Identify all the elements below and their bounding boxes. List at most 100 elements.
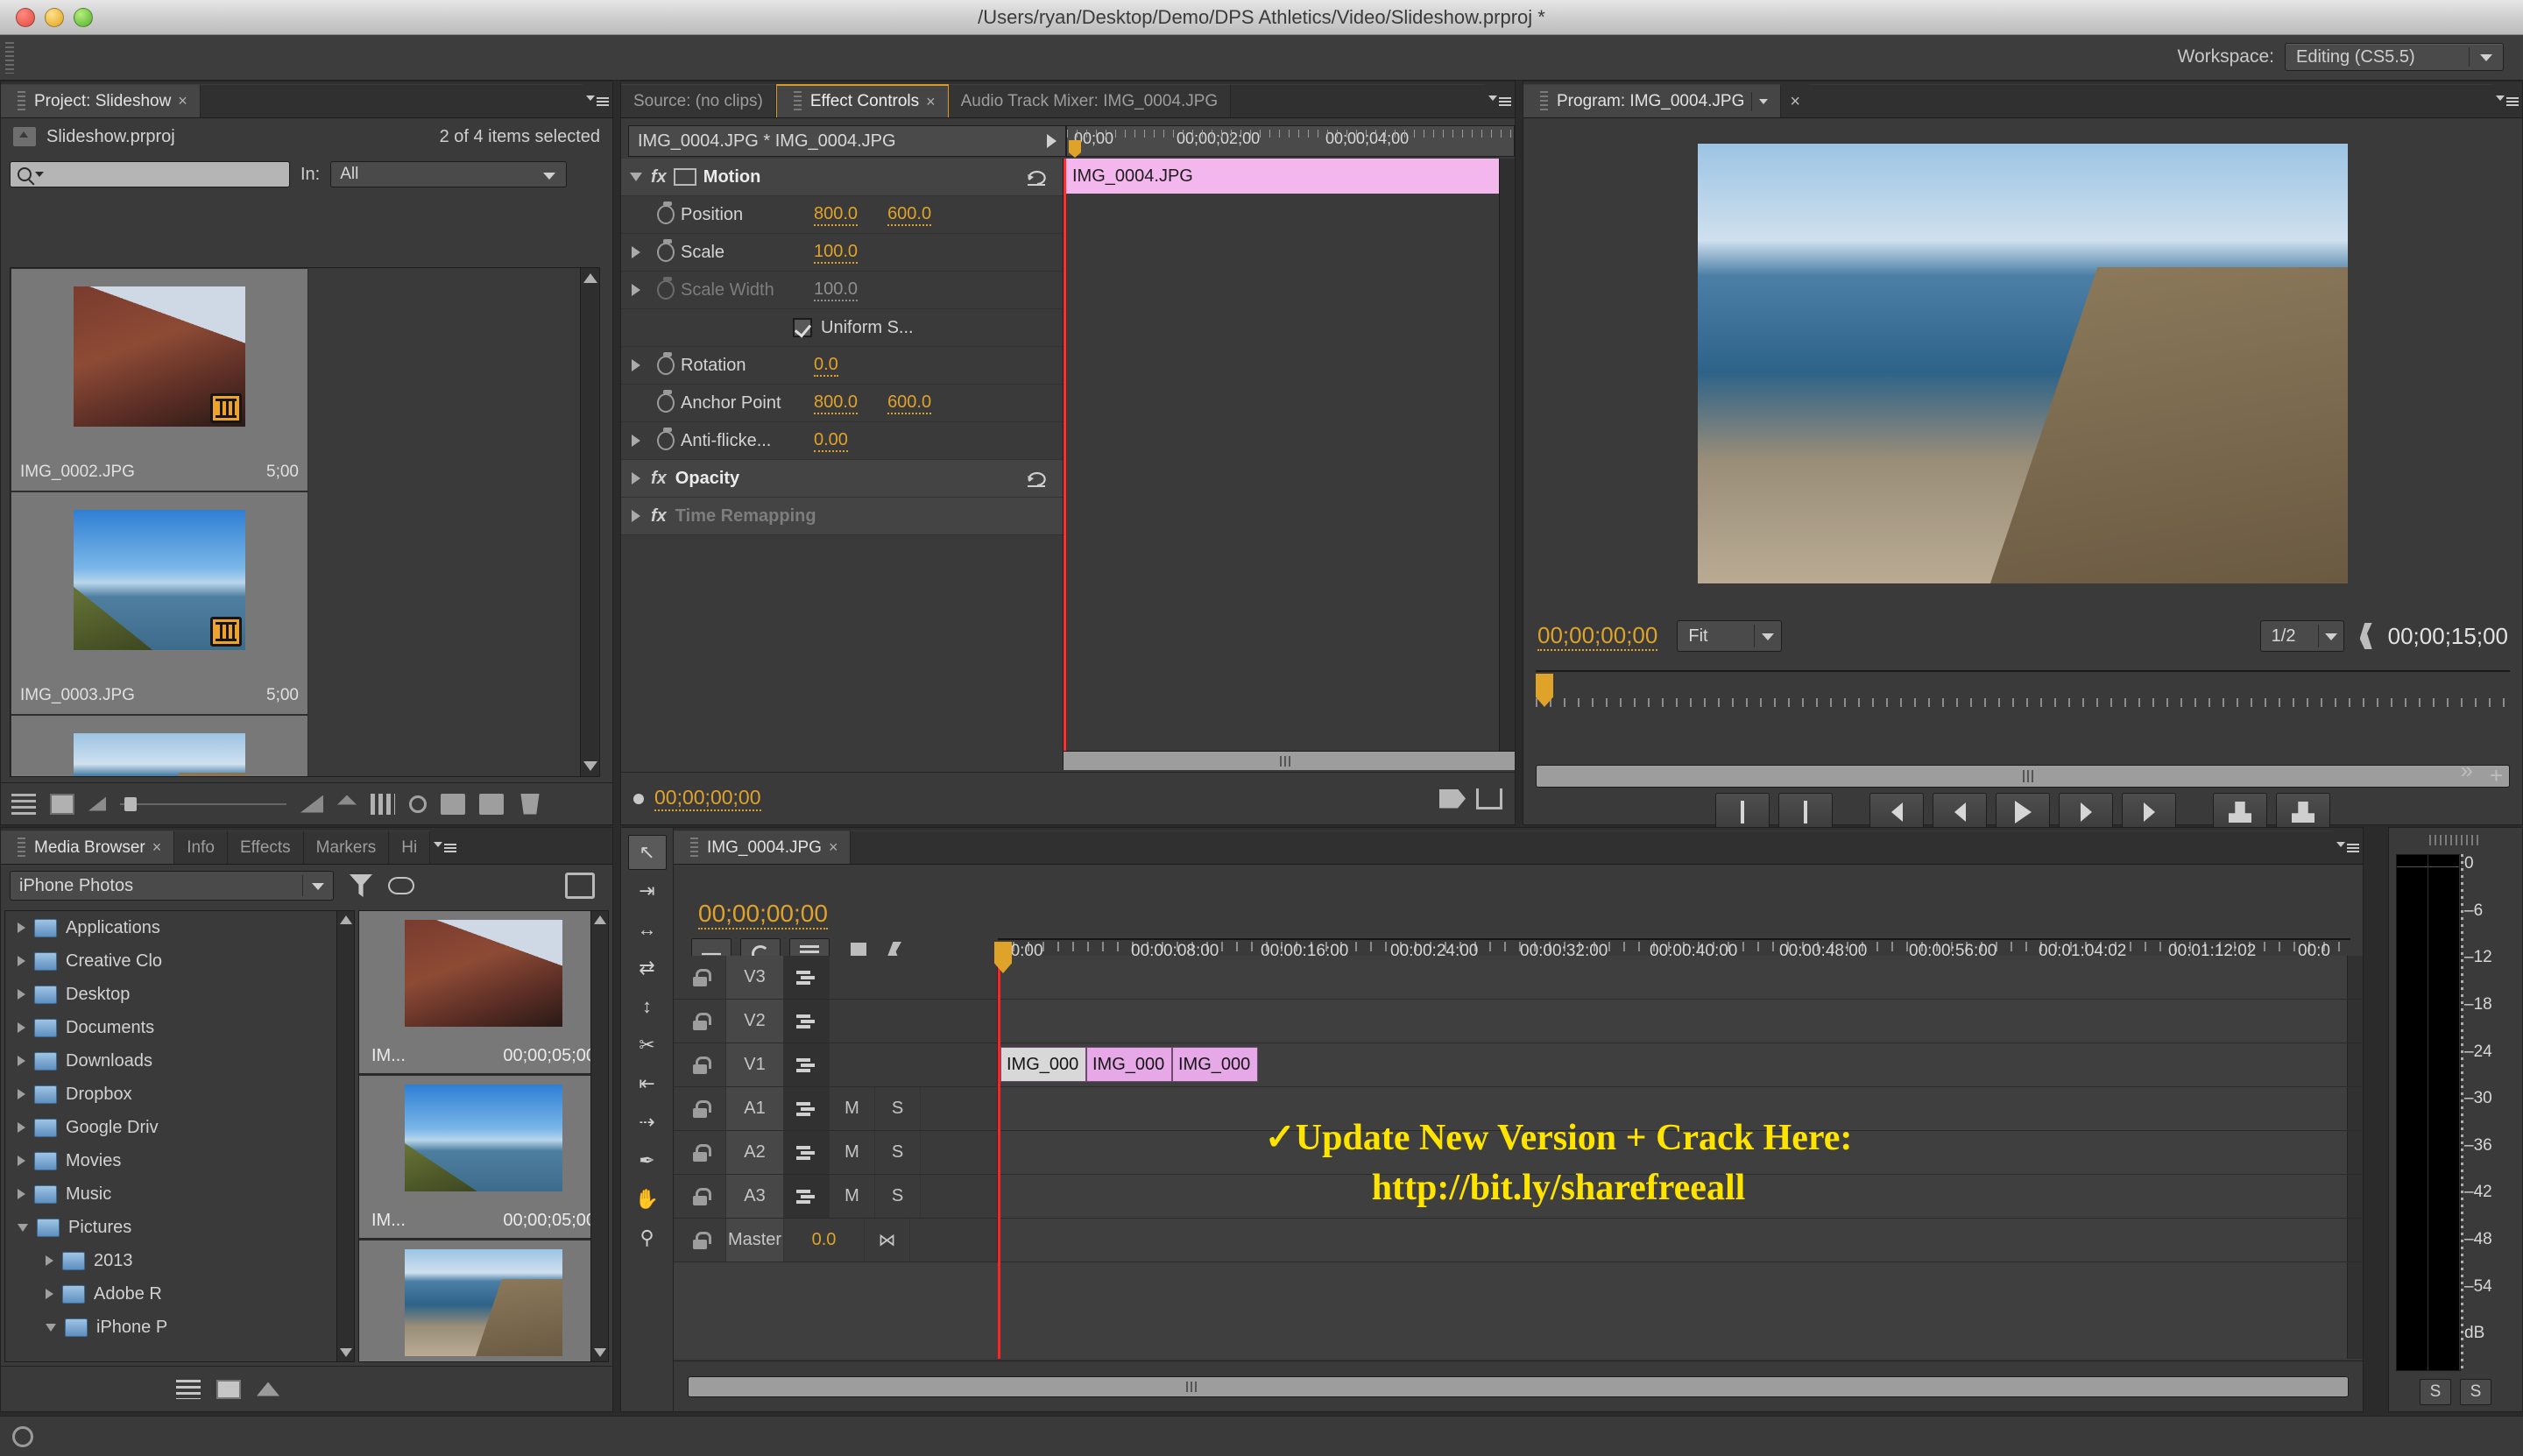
project-panel-menu-button[interactable] [583,84,612,117]
rolling-edit-tool-icon[interactable]: ⇄ [628,951,667,986]
tab-markers[interactable]: Markers [303,830,390,864]
effect-row-motion[interactable]: fx Motion [621,159,1063,196]
track-header[interactable]: V3 [674,956,998,999]
effect-controls-ruler[interactable]: 00;00 00;00;02;00 00;00;04;00 [1066,125,1515,158]
close-icon[interactable]: × [152,838,162,857]
step-forward-button[interactable] [2059,793,2113,831]
tab-media-browser[interactable]: Media Browser × [1,830,175,864]
media-browser-panel-menu-button[interactable] [430,830,461,864]
property-value[interactable]: 600.0 [887,392,932,414]
media-browser-thumbnails[interactable]: IM...00;00;05;00IM...00;00;05;00IM...00;… [358,910,609,1362]
track-name[interactable]: Master [726,1219,784,1262]
track-target-toggle[interactable] [784,1043,830,1086]
scroll-up-icon[interactable] [339,915,352,924]
effect-row-anti-flicke[interactable]: Anti-flicke... 0.00 [621,422,1063,460]
effect-controls-clip-select[interactable]: IMG_0004.JPG * IMG_0004.JPG [628,125,1066,157]
effect-row-rotation[interactable]: Rotation 0.0 [621,347,1063,385]
disclosure-triangle-icon[interactable] [632,435,640,447]
project-item[interactable]: IMG_0002.JPG 5;00 [11,268,308,491]
thumbs-scrollbar[interactable] [590,911,608,1361]
property-value[interactable]: 600.0 [887,204,932,226]
track-lock-toggle[interactable] [674,1043,726,1086]
lift-button[interactable] [2213,793,2267,831]
mark-in-button[interactable] [1715,793,1770,831]
track-header[interactable]: V2 [674,1000,998,1043]
tree-node-music[interactable]: Music [5,1177,354,1211]
media-browser-item[interactable]: IM...00;00;05;00 [359,911,608,1076]
pen-tool-icon[interactable]: ✒ [628,1143,667,1178]
project-bin-area[interactable]: IMG_0002.JPG 5;00 IMG_0003.JPG 5;00 IMG_0004… [10,267,600,777]
stopwatch-icon[interactable] [657,277,675,300]
effect-row-opacity[interactable]: fx Opacity [621,460,1063,498]
property-value[interactable]: 800.0 [814,204,859,226]
tab-source-no-clips[interactable]: Source: (no clips) [621,84,776,117]
disclosure-triangle-icon[interactable] [18,1223,28,1232]
solo-button-left[interactable]: S [2420,1379,2451,1405]
effect-controls-panel-menu-button[interactable] [1485,84,1515,117]
new-item-icon[interactable] [479,793,504,815]
tree-node-2013[interactable]: 2013 [5,1244,354,1277]
media-browser-item[interactable]: IM...00;00;05;00 [359,1240,608,1361]
track-target-toggle[interactable] [784,1131,830,1174]
rate-stretch-tool-icon[interactable]: ↕ [628,989,667,1024]
track-solo-toggle[interactable]: S [875,1087,921,1130]
track-name[interactable]: A2 [726,1131,784,1174]
eye-icon[interactable] [388,877,414,894]
scroll-up-icon[interactable] [593,915,606,924]
tree-node-desktop[interactable]: Desktop [5,978,354,1011]
uniform-scale-checkbox[interactable] [793,318,812,337]
program-zoom-select[interactable]: Fit [1677,620,1783,652]
program-quality-select[interactable]: 1/2 [2259,620,2344,652]
tree-node-applications[interactable]: Applications [5,911,354,944]
export-frame-icon[interactable] [1476,788,1502,809]
scroll-down-icon[interactable] [594,1348,606,1357]
ripple-edit-tool-icon[interactable]: ↔ [628,912,667,947]
tree-node-pictures[interactable]: Pictures [5,1211,354,1244]
disclosure-triangle-icon[interactable] [46,1323,56,1332]
disclosure-triangle-icon[interactable] [632,472,640,484]
tree-node-downloads[interactable]: Downloads [5,1044,354,1078]
delete-icon[interactable] [520,793,540,815]
track-lock-toggle[interactable] [674,1000,726,1043]
zoom-in-icon[interactable] [300,795,323,813]
tab-project[interactable]: Project: Slideshow × [1,84,201,117]
timeline-track-master[interactable]: Master 0.0 ⋈ [674,1219,2363,1262]
keyframe-playhead[interactable] [1064,159,1066,770]
thumbnail-size-slider[interactable] [120,796,286,812]
parent-folder-icon[interactable] [13,127,36,146]
search-input[interactable] [10,161,290,187]
track-mute-toggle[interactable]: M [830,1175,875,1218]
tab-hi[interactable]: Hi [389,830,431,864]
property-value[interactable]: 100.0 [814,279,859,301]
track-header[interactable]: A2 M S [674,1131,998,1174]
tab-program[interactable]: Program: IMG_0004.JPG [1523,84,1782,117]
icon-view-icon[interactable] [50,793,74,815]
timeline-clip[interactable]: IMG_000 [1000,1047,1086,1082]
track-target-toggle[interactable] [784,1087,830,1130]
disclosure-triangle-icon[interactable] [18,1122,25,1133]
track-header[interactable]: A3 M S [674,1175,998,1218]
track-target-toggle[interactable] [784,956,830,999]
scroll-down-icon[interactable] [583,761,597,771]
icon-view-icon[interactable] [216,1379,241,1399]
sort-icon[interactable] [337,795,357,805]
stopwatch-icon[interactable] [657,239,675,262]
keyframe-clip-bar[interactable]: IMG_0004.JPG [1064,159,1515,194]
workspace-select[interactable]: Editing (CS5.5) [2285,43,2504,71]
disclosure-triangle-icon[interactable] [632,510,640,522]
close-icon[interactable]: × [926,93,936,111]
playhead-handle-icon[interactable] [1069,140,1081,158]
disclosure-triangle-icon[interactable] [632,359,640,371]
new-bin-icon[interactable] [441,793,465,815]
disclosure-triangle-icon[interactable] [18,922,25,933]
close-icon[interactable]: × [1790,92,1800,112]
keyframe-horizontal-scrollbar[interactable] [1064,751,1515,770]
timeline-track-v2[interactable]: V2 [674,1000,2363,1043]
tree-node-adobe-r[interactable]: Adobe R [5,1277,354,1311]
disclosure-triangle-icon[interactable] [632,284,640,296]
stopwatch-icon[interactable] [657,428,675,450]
property-value[interactable]: 0.00 [814,430,848,452]
tab-info[interactable]: Info [174,830,228,864]
track-lock-toggle[interactable] [674,1175,726,1218]
hand-tool-icon[interactable]: ✋ [628,1182,667,1217]
